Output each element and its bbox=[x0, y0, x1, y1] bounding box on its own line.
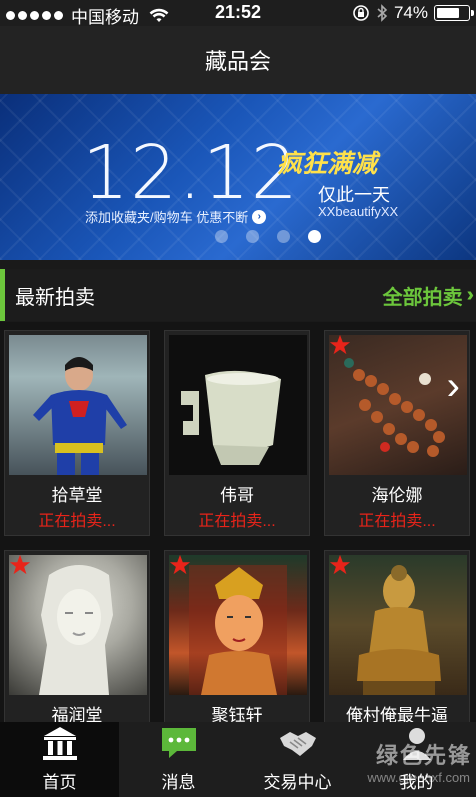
featured-star-icon bbox=[9, 554, 31, 575]
auction-thumbnail bbox=[9, 335, 147, 475]
auction-card[interactable]: 聚钰轩 bbox=[164, 550, 310, 730]
banner-promo-text: 疯狂满减 bbox=[277, 150, 378, 178]
tab-home-label: 首页 bbox=[42, 773, 77, 792]
carousel-dot[interactable] bbox=[277, 230, 290, 243]
auction-card[interactable]: 伟哥 正在拍卖... bbox=[164, 330, 310, 536]
tab-trade-center-label: 交易中心 bbox=[263, 773, 332, 792]
banner-date: 12.12 bbox=[82, 130, 299, 216]
battery-percentage: 74% bbox=[393, 3, 428, 22]
chevron-right-icon[interactable]: › bbox=[447, 364, 460, 409]
section-title: 最新拍卖 bbox=[15, 286, 95, 309]
carousel-indicator[interactable] bbox=[0, 230, 476, 243]
section-header: 最新拍卖 全部拍卖 ›› bbox=[0, 269, 476, 321]
auction-grid: 拾草堂 正在拍卖... 伟哥 正在拍卖... 海伦娜 正在拍卖... › 福润堂… bbox=[0, 322, 476, 730]
promo-banner[interactable]: 12.12 疯狂满减 仅此一天 添加收藏夹/购物车 优惠不断 › XXbeaut… bbox=[0, 94, 476, 260]
banner-caption: 添加收藏夹/购物车 优惠不断 › bbox=[85, 207, 267, 226]
banner-caption-text: 添加收藏夹/购物车 优惠不断 bbox=[85, 210, 249, 225]
tab-trade-center[interactable]: 交易中心 bbox=[238, 722, 357, 797]
seller-name: 伟哥 bbox=[220, 486, 254, 505]
featured-star-icon bbox=[169, 554, 191, 575]
buddha-statue-image bbox=[357, 565, 441, 695]
tab-messages[interactable]: 消息 bbox=[119, 722, 238, 797]
watermark-url: www.greenxf.com bbox=[367, 770, 470, 785]
banner-brand: XXbeautifyXX bbox=[318, 204, 399, 219]
auction-card[interactable]: 福润堂 bbox=[4, 550, 150, 730]
view-all-link[interactable]: 全部拍卖 ›› bbox=[382, 281, 476, 310]
status-bar: 中国移动 21:52 74% bbox=[0, 0, 476, 27]
tab-messages-label: 消息 bbox=[161, 773, 196, 792]
auction-thumbnail bbox=[169, 335, 307, 475]
bluetooth-icon bbox=[377, 4, 388, 22]
featured-star-icon bbox=[329, 334, 351, 355]
battery-fill bbox=[437, 8, 460, 18]
superman-figure-image bbox=[33, 357, 127, 475]
seller-name: 拾草堂 bbox=[51, 486, 103, 505]
guanyin-statue-image bbox=[39, 565, 113, 695]
thangka-painting-image bbox=[189, 565, 287, 695]
auction-status: 正在拍卖... bbox=[198, 513, 276, 530]
handshake-icon bbox=[279, 732, 316, 756]
auction-thumbnail bbox=[9, 555, 147, 695]
tab-home[interactable]: 首页 bbox=[0, 722, 119, 797]
battery-icon bbox=[434, 5, 474, 21]
arrow-right-icon: › bbox=[252, 209, 267, 224]
rotation-lock-icon bbox=[353, 5, 369, 21]
seller-name: 海伦娜 bbox=[371, 486, 423, 505]
message-icon bbox=[161, 728, 196, 758]
carousel-dot[interactable] bbox=[246, 230, 259, 243]
auction-card[interactable]: 海伦娜 正在拍卖... bbox=[324, 330, 470, 536]
auction-thumbnail bbox=[329, 555, 467, 695]
carousel-dot[interactable] bbox=[308, 230, 321, 243]
status-right: 74% bbox=[352, 3, 474, 23]
museum-icon bbox=[42, 727, 77, 760]
page-title: 藏品会 bbox=[204, 49, 271, 74]
auction-card[interactable]: 拾草堂 正在拍卖... bbox=[4, 330, 150, 536]
view-all-label: 全部拍卖 bbox=[382, 286, 463, 309]
auction-card[interactable]: 俺村俺最牛逼 bbox=[324, 550, 470, 730]
carousel-dot[interactable] bbox=[215, 230, 228, 243]
featured-star-icon bbox=[329, 554, 351, 575]
auction-status: 正在拍卖... bbox=[38, 513, 116, 530]
watermark-logo: 绿色先锋 bbox=[375, 743, 472, 768]
jade-cup-image bbox=[181, 370, 281, 465]
double-chevron-right-icon: ›› bbox=[466, 283, 476, 306]
navigation-bar: 藏品会 bbox=[0, 26, 476, 94]
auction-thumbnail bbox=[169, 555, 307, 695]
auction-status: 正在拍卖... bbox=[358, 513, 436, 530]
